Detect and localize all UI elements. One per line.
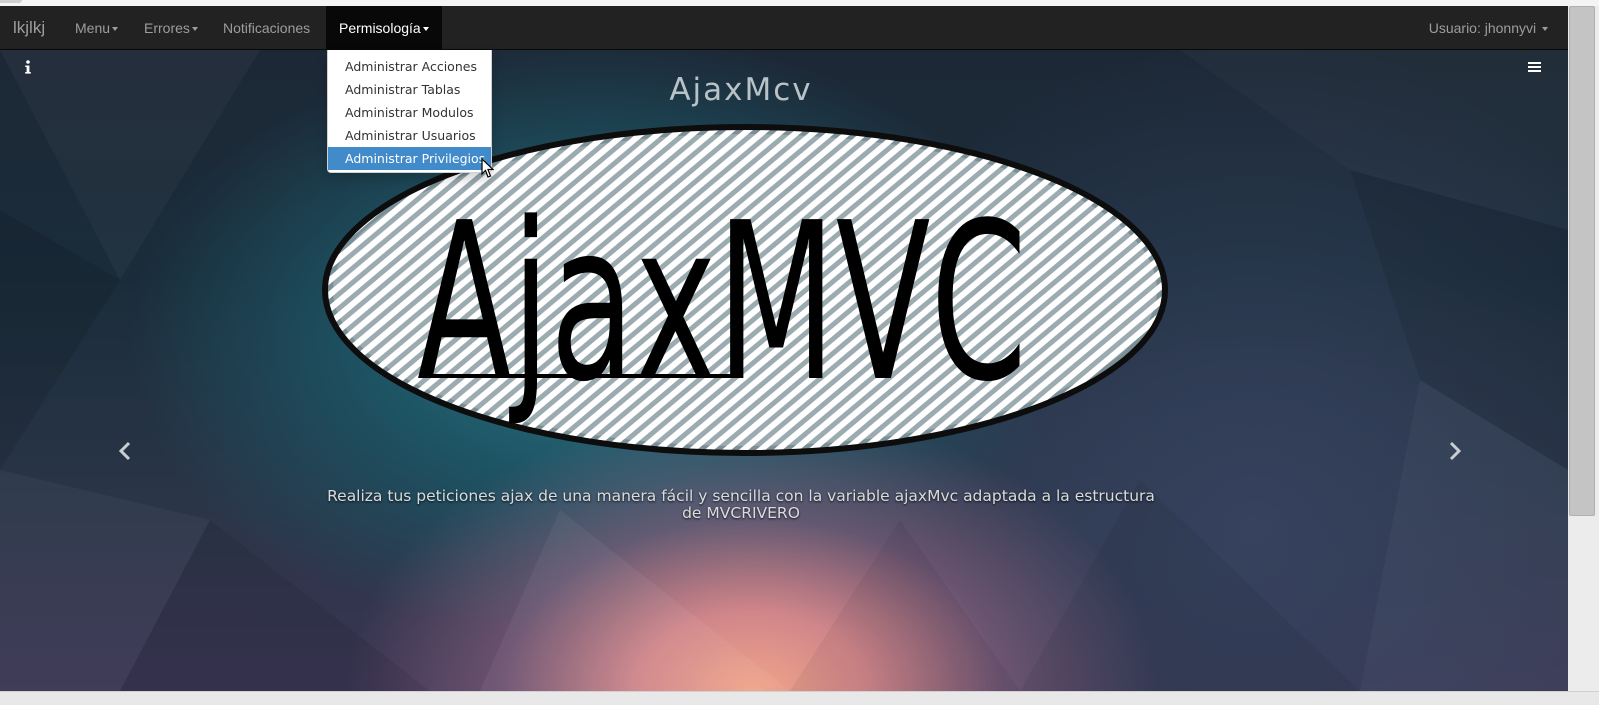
nav-notificaciones[interactable]: Notificaciones xyxy=(210,6,323,50)
mouse-cursor-icon xyxy=(481,158,494,178)
nav-user[interactable]: Usuario: jhonnyvi xyxy=(1416,6,1561,50)
carousel-title: AjaxMcv xyxy=(669,72,813,108)
chevron-left-icon[interactable] xyxy=(118,440,132,462)
top-strip-indicator xyxy=(0,0,22,3)
nav-errores-label: Errores xyxy=(144,20,190,36)
carousel-caption: Realiza tus peticiones ajax de una maner… xyxy=(327,487,1155,522)
nav-permisologia-label: Permisología xyxy=(339,20,421,36)
caret-down-icon xyxy=(191,27,198,32)
dropdown-item-tablas[interactable]: Administrar Tablas xyxy=(328,78,491,101)
nav-user-label: Usuario: jhonnyvi xyxy=(1428,20,1537,36)
caret-down-icon xyxy=(1542,27,1548,32)
chevron-right-icon[interactable] xyxy=(1448,440,1462,462)
dropdown-item-modulos[interactable]: Administrar Modulos xyxy=(328,101,491,124)
dropdown-item-privilegios[interactable]: Administrar Privilegios xyxy=(328,147,491,170)
caret-down-icon xyxy=(422,27,429,32)
nav-notificaciones-label: Notificaciones xyxy=(223,20,311,36)
navbar: lkjlkj Menu Errores Notificaciones Permi… xyxy=(0,6,1568,50)
caret-down-icon xyxy=(112,27,119,32)
nav-menu-label: Menu xyxy=(75,20,111,36)
permisologia-dropdown: Administrar Acciones Administrar Tablas … xyxy=(327,50,492,173)
nav-errores[interactable]: Errores xyxy=(131,6,211,50)
nav-menu[interactable]: Menu xyxy=(62,6,131,50)
logo-text: AjaxMVC xyxy=(417,177,1027,430)
dropdown-item-acciones[interactable]: Administrar Acciones xyxy=(328,55,491,78)
bottom-bar xyxy=(0,691,1599,705)
nav-permisologia[interactable]: Permisología xyxy=(326,6,442,50)
scrollbar-thumb[interactable] xyxy=(1569,6,1595,516)
dropdown-item-usuarios[interactable]: Administrar Usuarios xyxy=(328,124,491,147)
brand-link[interactable]: lkjlkj xyxy=(13,6,45,50)
hamburger-icon[interactable] xyxy=(1528,61,1541,73)
info-icon[interactable] xyxy=(23,59,33,75)
hero-carousel: AjaxMcv AjaxMVC Realiza tus peticiones a… xyxy=(0,50,1568,691)
